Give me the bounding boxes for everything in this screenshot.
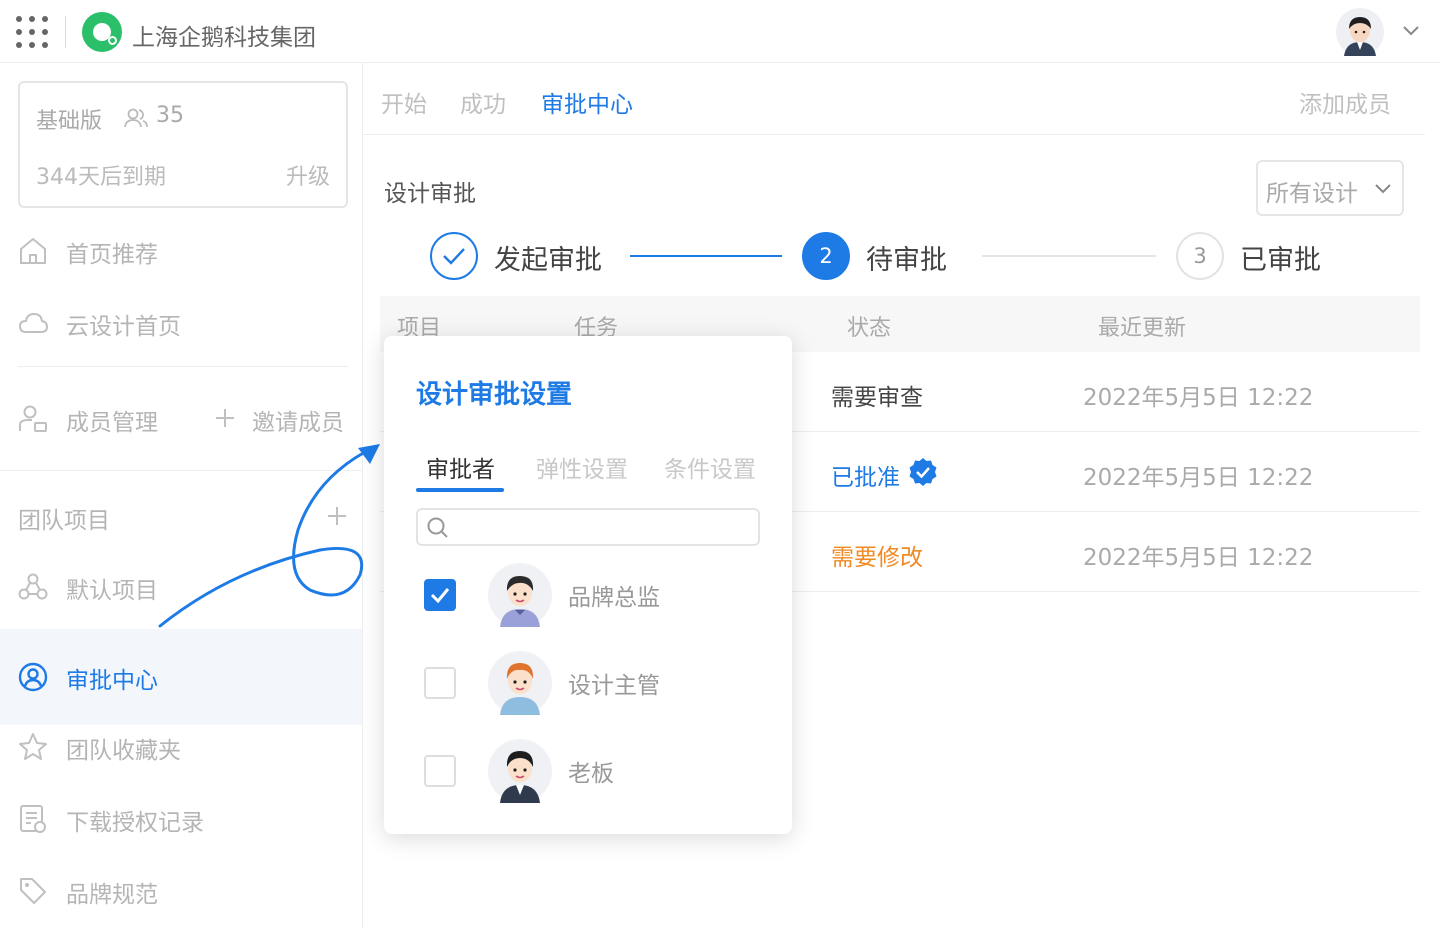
sidebar-item-home[interactable]: 首页推荐 bbox=[0, 221, 362, 281]
members-icon bbox=[19, 405, 47, 432]
list-item[interactable]: 设计主管 bbox=[384, 642, 792, 722]
check-icon bbox=[430, 588, 450, 604]
approver-search bbox=[416, 508, 760, 546]
checkbox[interactable] bbox=[424, 667, 456, 699]
project-icon bbox=[18, 573, 48, 600]
active-tab-underline bbox=[416, 488, 504, 492]
step-3-pending: 3 bbox=[1176, 232, 1224, 280]
member-name: 老板 bbox=[568, 761, 614, 787]
search-icon bbox=[427, 517, 448, 538]
status-text: 需要修改 bbox=[831, 545, 923, 571]
home-icon bbox=[20, 237, 46, 264]
sidebar-item-brand[interactable]: 品牌规范 bbox=[0, 861, 362, 921]
sidebar-item-download-records[interactable]: 下载授权记录 bbox=[0, 789, 362, 849]
step-1-label: 发起审批 bbox=[494, 245, 602, 276]
member-name: 品牌总监 bbox=[568, 585, 660, 611]
team-projects-title: 团队项目 bbox=[18, 508, 110, 534]
column-header: 状态 bbox=[847, 316, 892, 341]
plan-expire: 344天后到期 bbox=[36, 165, 166, 190]
sidebar-item-label: 默认项目 bbox=[66, 578, 158, 604]
popup-title: 设计审批设置 bbox=[416, 380, 573, 410]
tag-icon bbox=[20, 878, 46, 904]
member-name: 设计主管 bbox=[568, 673, 660, 699]
star-icon bbox=[19, 733, 47, 760]
member-avatar bbox=[488, 563, 552, 627]
step-connector bbox=[982, 255, 1156, 257]
column-header: 最近更新 bbox=[1098, 316, 1187, 341]
sidebar-item-label: 品牌规范 bbox=[66, 882, 158, 908]
tab-success[interactable]: 成功 bbox=[460, 85, 506, 119]
step-1-done bbox=[430, 232, 478, 280]
checkbox[interactable] bbox=[424, 755, 456, 787]
main-tabs: 开始 成功 审批中心 添加成员 bbox=[363, 63, 1425, 135]
plan-card: 基础版 35 344天后到期 升级 bbox=[18, 81, 348, 208]
updated-time: 2022年5月5日 12:22 bbox=[1083, 545, 1314, 571]
company-logo bbox=[82, 12, 122, 52]
logo-dot bbox=[108, 36, 117, 45]
member-avatar bbox=[488, 739, 552, 803]
sidebar-item-label: 团队收藏夹 bbox=[66, 738, 181, 764]
sidebar-item-label: 下载授权记录 bbox=[66, 810, 204, 836]
users-icon bbox=[124, 108, 148, 128]
divider bbox=[65, 16, 66, 48]
approval-icon bbox=[18, 662, 48, 692]
sidebar-item-cloud[interactable]: 云设计首页 bbox=[0, 293, 362, 353]
tab-approval-center[interactable]: 审批中心 bbox=[541, 85, 633, 119]
page-title: 设计审批 bbox=[384, 181, 476, 207]
company-name: 上海企鹅科技集团 bbox=[132, 25, 316, 51]
add-member-button[interactable]: 添加成员 bbox=[1299, 85, 1391, 119]
sidebar-item-label: 首页推荐 bbox=[66, 242, 158, 268]
plan-name: 基础版 bbox=[36, 109, 103, 134]
chevron-down-icon[interactable] bbox=[1402, 24, 1420, 38]
plan-member-count: 35 bbox=[156, 103, 184, 128]
annotation-arrow bbox=[158, 444, 380, 628]
step-2-current: 2 bbox=[802, 232, 850, 280]
sidebar-item-label: 云设计首页 bbox=[66, 314, 181, 340]
sidebar-item-favorites[interactable]: 团队收藏夹 bbox=[0, 717, 362, 777]
record-icon bbox=[20, 805, 46, 833]
sidebar-item-label: 成员管理 bbox=[66, 410, 158, 436]
step-connector bbox=[630, 255, 782, 257]
top-bar: 上海企鹅科技集团 bbox=[0, 0, 1440, 63]
approved-check-icon bbox=[909, 458, 937, 486]
app-grid-icon[interactable] bbox=[16, 16, 48, 48]
member-avatar bbox=[488, 651, 552, 715]
step-2-label: 待审批 bbox=[866, 245, 947, 276]
checkbox-checked[interactable] bbox=[424, 579, 456, 611]
upgrade-link[interactable]: 升级 bbox=[286, 159, 330, 191]
tab-approvers[interactable]: 审批者 bbox=[426, 450, 495, 484]
status-text: 已批准 bbox=[831, 465, 900, 491]
list-item[interactable]: 老板 bbox=[384, 730, 792, 810]
divider bbox=[18, 366, 348, 367]
design-filter-select[interactable]: 所有设计 bbox=[1256, 160, 1404, 216]
step-number: 2 bbox=[819, 244, 833, 268]
chevron-down-icon bbox=[1375, 184, 1391, 194]
list-item[interactable]: 品牌总监 bbox=[384, 554, 792, 634]
updated-time: 2022年5月5日 12:22 bbox=[1083, 385, 1314, 411]
filter-label: 所有设计 bbox=[1266, 181, 1358, 207]
step-number: 3 bbox=[1193, 244, 1207, 268]
user-avatar[interactable] bbox=[1336, 8, 1384, 56]
sidebar-item-approval[interactable]: 审批中心 bbox=[0, 629, 362, 725]
tab-start[interactable]: 开始 bbox=[381, 85, 427, 119]
plus-icon[interactable] bbox=[214, 407, 236, 429]
updated-time: 2022年5月5日 12:22 bbox=[1083, 465, 1314, 491]
status-text: 需要审查 bbox=[831, 385, 923, 411]
step-3-label: 已审批 bbox=[1240, 245, 1321, 276]
approval-settings-popup: 设计审批设置 审批者 弹性设置 条件设置 品牌总监 设计主管 老板 bbox=[384, 336, 792, 834]
sidebar-item-label: 审批中心 bbox=[66, 668, 158, 694]
tab-flexible-settings[interactable]: 弹性设置 bbox=[536, 450, 628, 484]
search-input[interactable] bbox=[458, 514, 748, 540]
tab-condition-settings[interactable]: 条件设置 bbox=[664, 450, 756, 484]
cloud-icon bbox=[18, 312, 48, 333]
check-icon bbox=[443, 248, 465, 265]
